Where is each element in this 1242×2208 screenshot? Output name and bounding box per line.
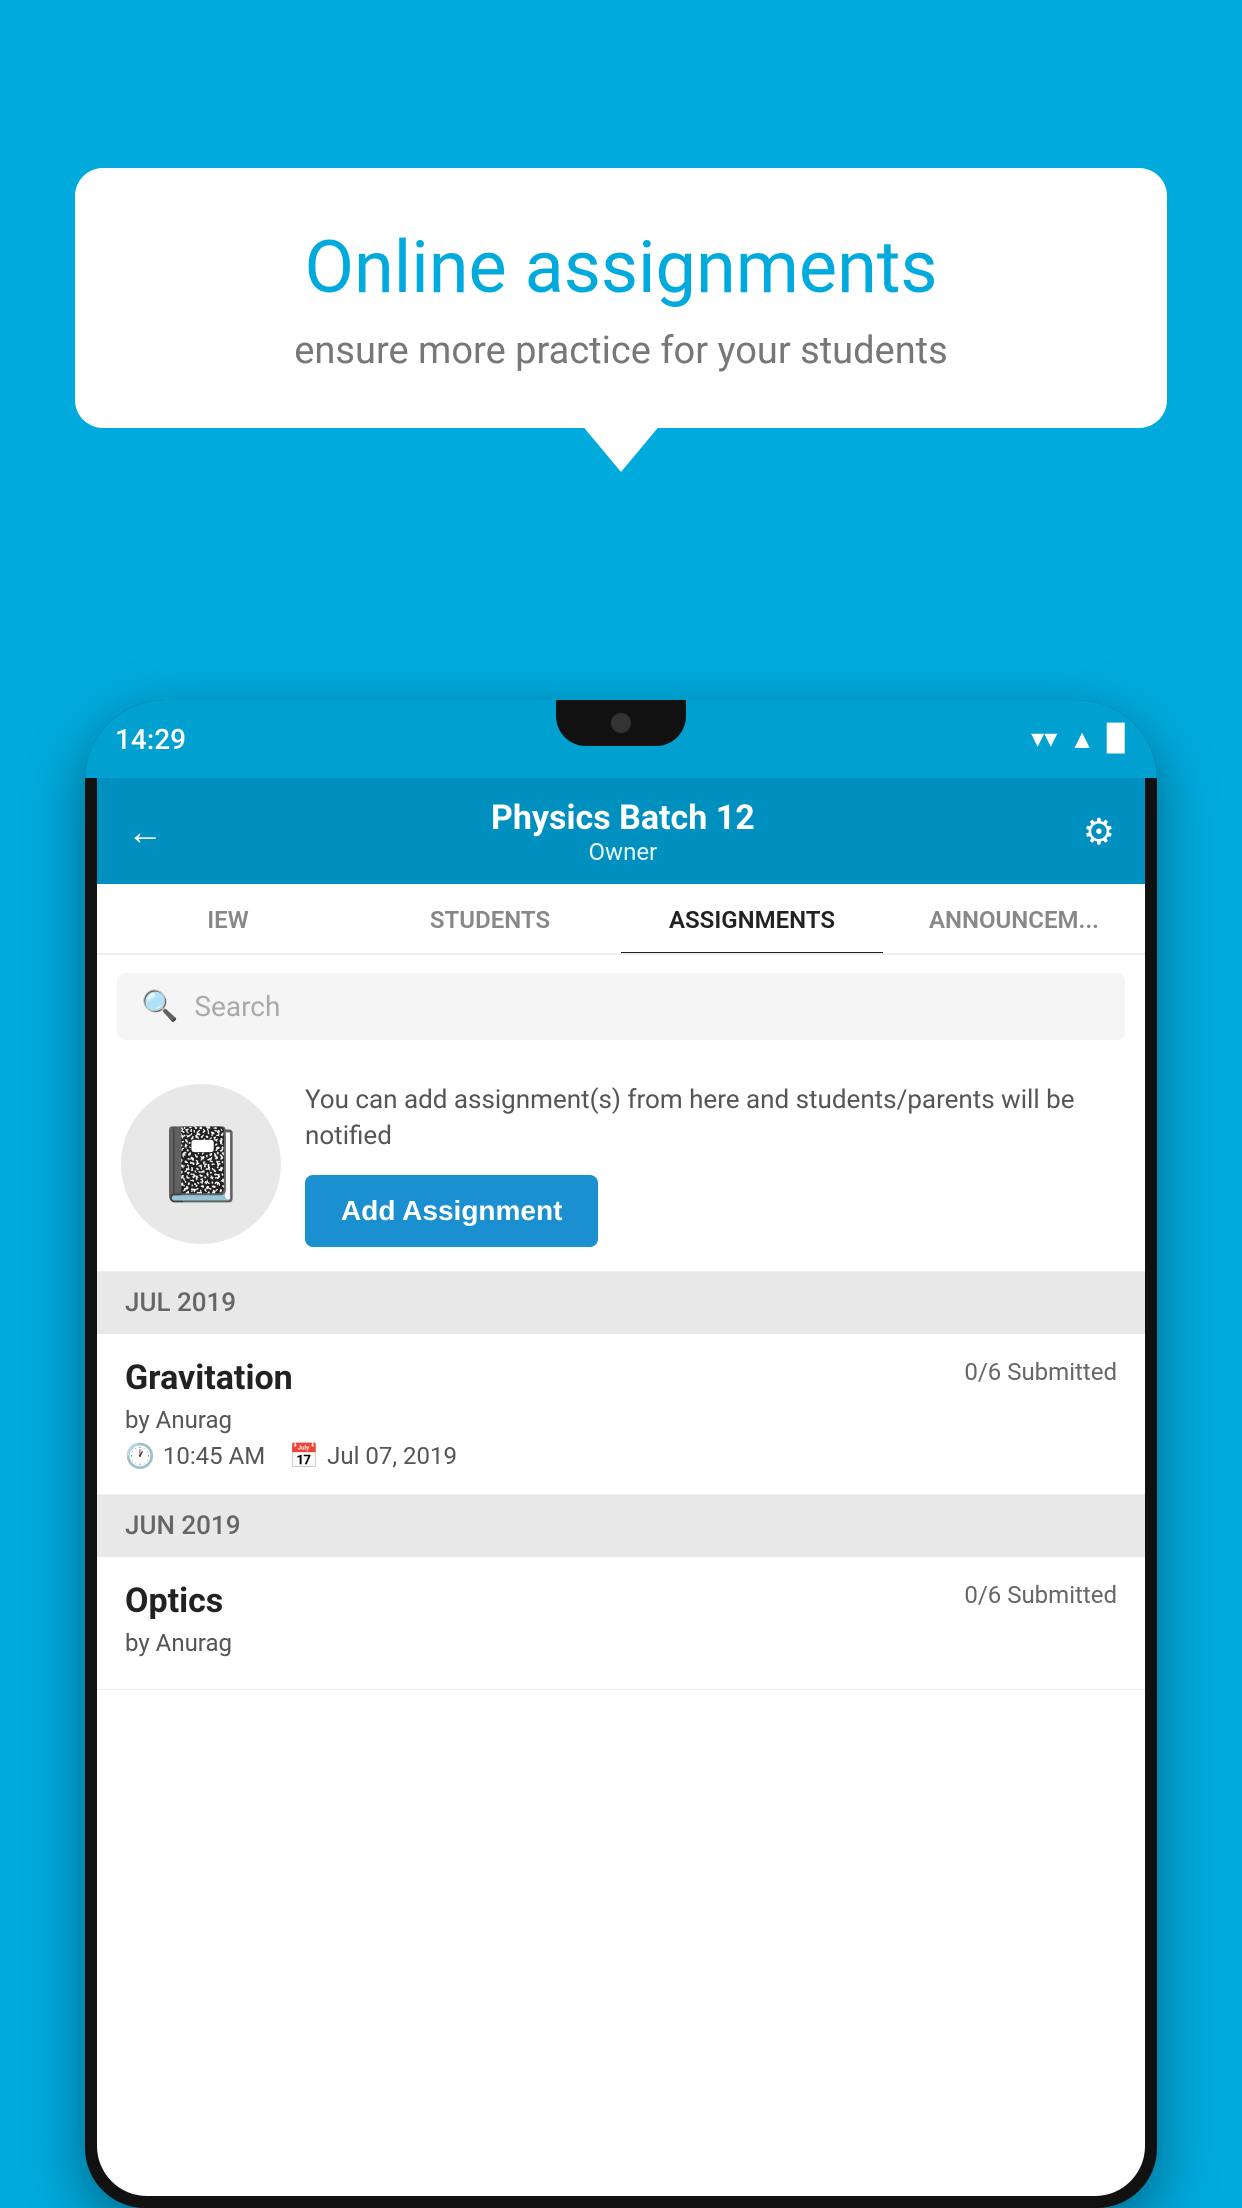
tab-announcements[interactable]: ANNOUNCEM... (883, 884, 1145, 953)
speech-bubble: Online assignments ensure more practice … (75, 168, 1167, 428)
assignment-icon-circle: 📓 (121, 1084, 281, 1244)
assignment-top-row-optics: Optics 0/6 Submitted (125, 1581, 1117, 1621)
tab-assignments[interactable]: ASSIGNMENTS (621, 884, 883, 955)
month-header-jul: JUL 2019 (97, 1272, 1145, 1334)
status-time: 14:29 (115, 723, 186, 756)
battery-icon: ▉ (1107, 724, 1127, 754)
wifi-icon: ▾▾ (1031, 724, 1057, 754)
assignment-time-gravitation: 🕐 10:45 AM (125, 1442, 265, 1470)
status-bar: 14:29 ▾▾ ▲ ▉ (85, 700, 1157, 778)
search-bar[interactable]: 🔍 Search (117, 973, 1125, 1040)
info-section: 📓 You can add assignment(s) from here an… (97, 1058, 1145, 1272)
camera-dot (611, 713, 631, 733)
assignment-name-optics: Optics (125, 1581, 223, 1621)
time-value-gravitation: 10:45 AM (163, 1442, 265, 1470)
add-assignment-button[interactable]: Add Assignment (305, 1175, 598, 1247)
notch (556, 700, 686, 746)
info-description: You can add assignment(s) from here and … (305, 1082, 1121, 1155)
settings-icon[interactable]: ⚙ (1083, 811, 1115, 853)
month-label-jul: JUL 2019 (125, 1288, 236, 1318)
tabs-container: IEW STUDENTS ASSIGNMENTS ANNOUNCEM... (97, 884, 1145, 955)
bubble-title: Online assignments (145, 228, 1097, 307)
status-icons: ▾▾ ▲ ▉ (1031, 724, 1127, 755)
phone-frame: 14:29 ▾▾ ▲ ▉ ← Physics Batch 12 Owner ⚙ … (85, 700, 1157, 2208)
assignment-item-gravitation[interactable]: Gravitation 0/6 Submitted by Anurag 🕐 10… (97, 1334, 1145, 1495)
assignment-item-optics[interactable]: Optics 0/6 Submitted by Anurag (97, 1557, 1145, 1690)
header-title-section: Physics Batch 12 Owner (491, 798, 755, 866)
search-icon: 🔍 (141, 989, 178, 1024)
assignment-submitted-gravitation: 0/6 Submitted (964, 1358, 1117, 1386)
assignment-meta-gravitation: 🕐 10:45 AM 📅 Jul 07, 2019 (125, 1442, 1117, 1470)
assignment-by-optics: by Anurag (125, 1629, 1117, 1657)
info-text-section: You can add assignment(s) from here and … (305, 1082, 1121, 1247)
month-label-jun: JUN 2019 (125, 1511, 240, 1541)
speech-bubble-container: Online assignments ensure more practice … (75, 168, 1167, 428)
assignment-submitted-optics: 0/6 Submitted (964, 1581, 1117, 1609)
date-value-gravitation: Jul 07, 2019 (327, 1442, 457, 1470)
signal-icon: ▲ (1069, 724, 1095, 755)
back-button[interactable]: ← (127, 811, 163, 853)
tab-students[interactable]: STUDENTS (359, 884, 621, 953)
batch-role: Owner (491, 838, 755, 866)
assignment-name-gravitation: Gravitation (125, 1358, 293, 1398)
assignment-by-gravitation: by Anurag (125, 1406, 1117, 1434)
month-header-jun: JUN 2019 (97, 1495, 1145, 1557)
notebook-icon: 📓 (156, 1122, 246, 1207)
batch-title: Physics Batch 12 (491, 798, 755, 838)
bubble-subtitle: ensure more practice for your students (145, 329, 1097, 373)
search-placeholder: Search (194, 990, 280, 1023)
assignment-date-gravitation: 📅 Jul 07, 2019 (289, 1442, 457, 1470)
tab-overview[interactable]: IEW (97, 884, 359, 953)
calendar-icon: 📅 (289, 1442, 319, 1470)
assignment-top-row: Gravitation 0/6 Submitted (125, 1358, 1117, 1398)
app-header: ← Physics Batch 12 Owner ⚙ (97, 778, 1145, 884)
search-container: 🔍 Search (97, 955, 1145, 1058)
clock-icon: 🕐 (125, 1442, 155, 1470)
phone-screen: ← Physics Batch 12 Owner ⚙ IEW STUDENTS … (97, 778, 1145, 2196)
